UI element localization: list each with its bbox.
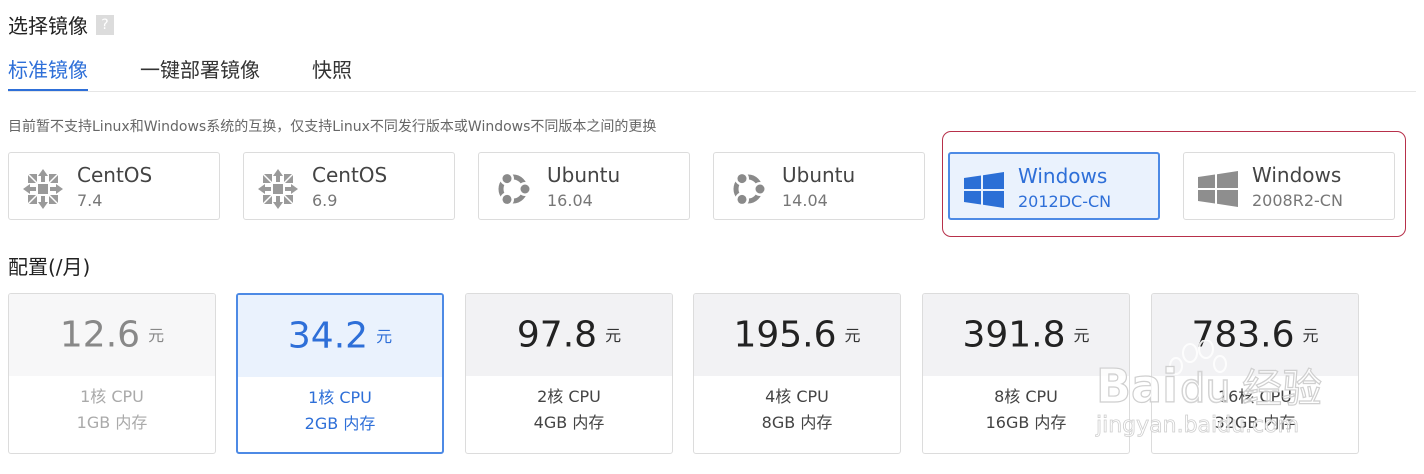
cpu-spec: 2核 CPU [537,387,601,406]
image-option-centos-6-9[interactable]: CentOS 6.9 [243,152,455,220]
centos-icon [258,169,298,209]
price-area: 34.2 元 [238,295,442,377]
config-spec: 4核 CPU 8GB 内存 [694,384,900,436]
tab-one-click-deploy[interactable]: 一键部署镜像 [140,56,260,92]
image-name: CentOS [312,163,388,187]
config-spec: 1核 CPU 2GB 内存 [238,385,442,437]
price-unit: 元 [1302,325,1319,345]
compatibility-note: 目前暂不支持Linux和Windows系统的互换，仅支持Linux不同发行版本或… [8,119,657,135]
memory-spec: 16GB 内存 [985,413,1067,432]
config-option-2[interactable]: 34.2 元 1核 CPU 2GB 内存 [236,293,444,454]
image-version: 6.9 [312,191,338,210]
price-value: 34.2 [287,315,369,357]
price-area: 783.6 元 [1152,294,1358,376]
price-value: 391.8 [962,314,1066,356]
price-value: 195.6 [733,314,837,356]
image-option-ubuntu-16-04[interactable]: Ubuntu 16.04 [478,152,690,220]
image-option-ubuntu-14-04[interactable]: Ubuntu 14.04 [713,152,925,220]
price-unit: 元 [376,326,393,346]
config-option-6[interactable]: 783.6 元 16核 CPU 32GB 内存 [1151,293,1359,454]
config-spec: 2核 CPU 4GB 内存 [466,384,672,436]
centos-icon [23,169,63,209]
cpu-spec: 8核 CPU [994,387,1058,406]
price-unit: 元 [605,325,622,345]
highlight-annotation-box [942,131,1406,237]
image-version: 7.4 [77,191,103,210]
memory-spec: 1GB 内存 [76,413,148,432]
image-option-centos-7-4[interactable]: CentOS 7.4 [8,152,220,220]
memory-spec: 2GB 内存 [304,414,376,433]
tab-standard-image[interactable]: 标准镜像 [8,56,88,92]
cpu-spec: 16核 CPU [1218,387,1292,406]
price-area: 12.6 元 [9,294,215,376]
config-spec: 1核 CPU 1GB 内存 [9,384,215,436]
ubuntu-icon [498,171,532,207]
price-unit: 元 [1073,325,1090,345]
tabs-divider [8,91,1416,92]
image-tabs: 标准镜像 一键部署镜像 快照 [8,56,404,92]
price-unit: 元 [148,325,165,345]
config-option-3[interactable]: 97.8 元 2核 CPU 4GB 内存 [465,293,673,454]
memory-spec: 8GB 内存 [761,413,833,432]
price-area: 97.8 元 [466,294,672,376]
image-version: 14.04 [782,191,828,210]
config-title: 配置(/月) [8,255,91,279]
price-unit: 元 [844,325,861,345]
price-area: 391.8 元 [923,294,1129,376]
section-title-text: 选择镜像 [8,14,88,38]
tab-snapshot[interactable]: 快照 [312,56,352,92]
image-name: CentOS [77,163,153,187]
image-version: 16.04 [547,191,593,210]
section-title: 选择镜像 ? [8,10,114,39]
config-option-4[interactable]: 195.6 元 4核 CPU 8GB 内存 [693,293,901,454]
config-option-1[interactable]: 12.6 元 1核 CPU 1GB 内存 [8,293,216,454]
cpu-spec: 1核 CPU [80,387,144,406]
image-name: Ubuntu [547,163,621,187]
memory-spec: 4GB 内存 [533,413,605,432]
memory-spec: 32GB 内存 [1214,413,1296,432]
config-spec: 8核 CPU 16GB 内存 [923,384,1129,436]
image-name: Ubuntu [782,163,856,187]
price-value: 783.6 [1191,314,1295,356]
cpu-spec: 1核 CPU [308,388,372,407]
config-option-5[interactable]: 391.8 元 8核 CPU 16GB 内存 [922,293,1130,454]
cpu-spec: 4核 CPU [765,387,829,406]
config-spec: 16核 CPU 32GB 内存 [1152,384,1358,436]
ubuntu-icon [733,171,767,207]
price-area: 195.6 元 [694,294,900,376]
price-value: 12.6 [59,314,141,356]
price-value: 97.8 [516,314,598,356]
help-icon[interactable]: ? [96,14,114,35]
